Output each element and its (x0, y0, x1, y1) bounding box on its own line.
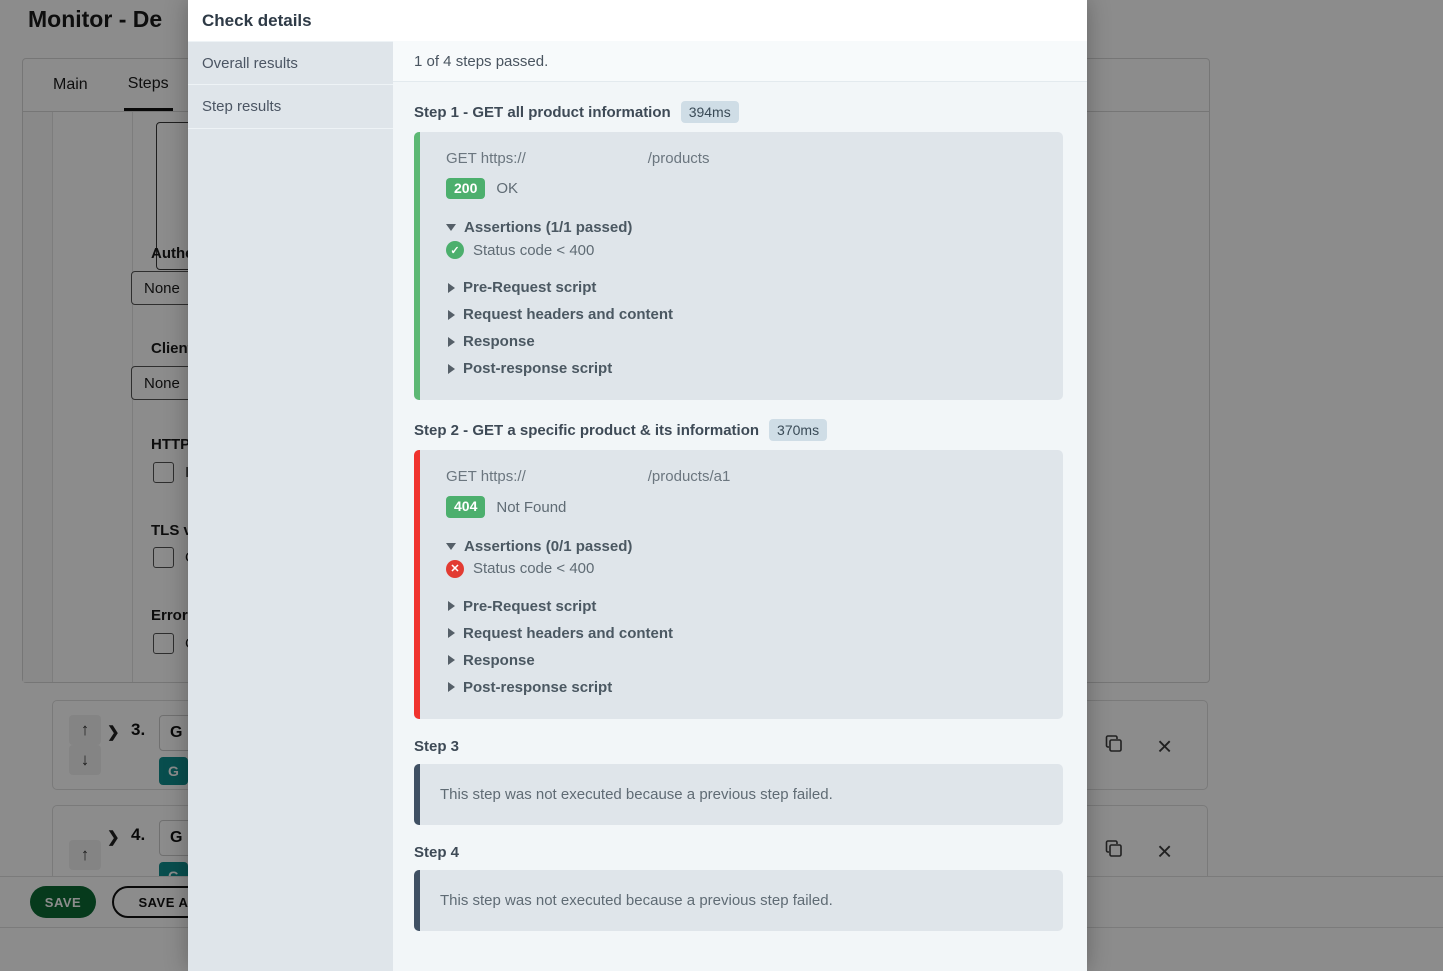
section-label: Response (463, 333, 535, 351)
section-label: Post-response script (463, 360, 613, 378)
step-heading: Step 2 - GET a specific product & its in… (414, 400, 1063, 450)
chevron-right-icon (448, 282, 455, 293)
step-status-bar (414, 450, 420, 719)
response-status-line: 404 Not Found (446, 496, 1063, 518)
content-bottom-spacer (393, 931, 1087, 951)
section-label: Request headers and content (463, 306, 674, 324)
section-toggle-request-headers[interactable]: Request headers and content (446, 301, 1063, 328)
step-duration-badge: 394ms (680, 101, 739, 123)
step-result-block: Step 2 - GET a specific product & its in… (393, 400, 1087, 719)
status-code-badge: 404 (446, 496, 486, 518)
assertions-toggle[interactable]: Assertions (1/1 passed) (446, 219, 1063, 236)
chevron-right-icon (448, 336, 455, 347)
step-result-block: Step 4 This step was not executed becaus… (393, 825, 1087, 931)
overall-results-summary: 1 of 4 steps passed. (393, 41, 1087, 82)
status-text: OK (496, 180, 519, 198)
status-text: Not Found (496, 498, 567, 516)
section-toggle-post-response-script[interactable]: Post-response script (446, 355, 1063, 382)
dialog-header: Check details (188, 0, 1087, 41)
chevron-right-icon (448, 682, 455, 693)
step-result-panel: GET https:// /products 200 OK Assertions … (414, 132, 1063, 401)
request-method-url: GET https:// (446, 150, 526, 167)
step-heading-label: Step 1 - GET all product information (414, 103, 671, 121)
assertion-row: ✕ Status code < 400 (446, 559, 1063, 578)
step-heading: Step 3 (414, 719, 1063, 764)
step-duration-badge: 370ms (769, 419, 828, 442)
sidebar-item-step-results[interactable]: Step results (188, 85, 393, 129)
request-line: GET https:// /products (446, 150, 1063, 167)
assertions-label: Assertions (0/1 passed) (464, 537, 633, 555)
skip-message: This step was not executed because a pre… (440, 785, 833, 803)
dialog-sidebar: Overall results Step results (188, 41, 393, 971)
section-label: Response (463, 651, 535, 669)
dialog-content-scroll[interactable]: 1 of 4 steps passed. Step 1 - GET all pr… (393, 41, 1087, 971)
section-toggle-response[interactable]: Response (446, 647, 1063, 674)
check-circle-icon: ✓ (446, 241, 464, 260)
section-label: Request headers and content (463, 624, 674, 642)
section-label: Pre-Request script (463, 279, 597, 297)
step-heading-label: Step 2 - GET a specific product & its in… (414, 421, 760, 439)
step-heading-label: Step 4 (414, 843, 460, 861)
request-path: /products (647, 150, 710, 167)
sidebar-item-overall-results[interactable]: Overall results (188, 41, 393, 85)
chevron-right-icon (448, 363, 455, 374)
step-status-bar (414, 763, 420, 825)
assertions-label: Assertions (1/1 passed) (464, 219, 633, 237)
status-code-badge: 200 (446, 178, 486, 200)
dialog-body: Overall results Step results 1 of 4 step… (188, 41, 1087, 971)
chevron-right-icon (448, 655, 455, 666)
step-skipped-panel: This step was not executed because a pre… (414, 869, 1063, 931)
check-details-dialog: Check details Overall results Step resul… (188, 0, 1087, 971)
step-status-bar (414, 132, 420, 401)
chevron-down-icon (446, 224, 456, 232)
chevron-right-icon (448, 309, 455, 320)
response-status-line: 200 OK (446, 178, 1063, 200)
section-label: Post-response script (463, 678, 613, 696)
section-toggle-post-response-script[interactable]: Post-response script (446, 674, 1063, 701)
dialog-title: Check details (202, 10, 312, 30)
request-method-url: GET https:// (446, 468, 526, 486)
assertions-toggle[interactable]: Assertions (0/1 passed) (446, 538, 1063, 555)
assertion-text: Status code < 400 (473, 241, 595, 259)
assertion-row: ✓ Status code < 400 (446, 241, 1063, 260)
section-toggle-request-headers[interactable]: Request headers and content (446, 620, 1063, 647)
step-heading: Step 4 (414, 825, 1063, 870)
chevron-down-icon (446, 542, 456, 550)
skip-message: This step was not executed because a pre… (440, 891, 833, 909)
chevron-right-icon (448, 628, 455, 639)
section-toggle-pre-request-script[interactable]: Pre-Request script (446, 274, 1063, 301)
step-result-block: Step 1 - GET all product information 394… (393, 82, 1087, 401)
step-heading: Step 1 - GET all product information 394… (414, 82, 1063, 132)
request-line: GET https:// /products/a1 (446, 468, 1063, 485)
section-label: Pre-Request script (463, 597, 597, 615)
error-circle-icon: ✕ (446, 559, 464, 578)
step-skipped-panel: This step was not executed because a pre… (414, 763, 1063, 825)
assertion-text: Status code < 400 (473, 560, 595, 578)
request-path: /products/a1 (647, 468, 731, 486)
step-result-block: Step 3 This step was not executed becaus… (393, 719, 1087, 825)
step-result-panel: GET https:// /products/a1 404 Not Found A… (414, 450, 1063, 719)
section-toggle-response[interactable]: Response (446, 328, 1063, 355)
chevron-right-icon (448, 601, 455, 612)
step-heading-label: Step 3 (414, 737, 460, 755)
step-status-bar (414, 869, 420, 931)
section-toggle-pre-request-script[interactable]: Pre-Request script (446, 593, 1063, 620)
